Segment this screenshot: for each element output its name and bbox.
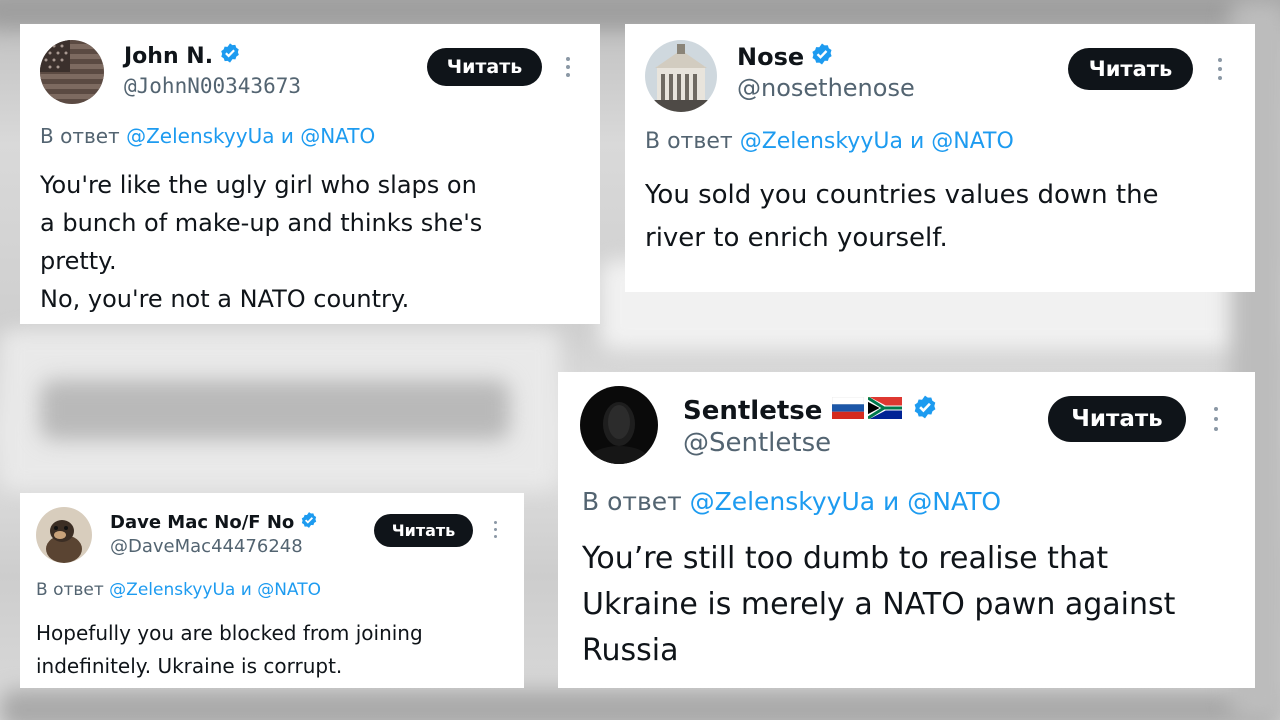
mention-link[interactable]: @NATO bbox=[931, 129, 1014, 154]
more-options-icon[interactable] bbox=[493, 521, 498, 538]
reply-context: В ответ @ZelenskyyUa и @NATO bbox=[582, 487, 1002, 516]
us-flag-avatar[interactable] bbox=[40, 40, 104, 104]
building-avatar[interactable] bbox=[645, 40, 717, 112]
more-options-icon[interactable] bbox=[1217, 58, 1223, 80]
reply-context: В ответ @ZelenskyyUa и @NATO bbox=[36, 580, 321, 600]
username[interactable]: @JohnN00343673 bbox=[124, 74, 301, 98]
tweet-card-sentletse: Sentletse @Sentletse Читать В ответ @Zel… bbox=[558, 372, 1255, 688]
verified-badge-icon bbox=[300, 511, 318, 534]
verified-badge-icon bbox=[912, 394, 938, 427]
username[interactable]: @nosethenose bbox=[737, 74, 915, 102]
mention-link[interactable]: @ZelenskyyUa bbox=[126, 124, 274, 148]
reply-context: В ответ @ZelenskyyUa и @NATO bbox=[40, 124, 376, 148]
tweet-text: You're like the ugly girl who slaps on a… bbox=[40, 171, 483, 313]
mention-link[interactable]: @NATO bbox=[907, 487, 1001, 516]
tweet-card-nose: Nose @nosethenose Читать В ответ @Zelens… bbox=[625, 24, 1255, 292]
tweet-text: You sold you countries values down the r… bbox=[645, 180, 1159, 253]
mention-link[interactable]: @ZelenskyyUa bbox=[109, 580, 235, 600]
tweet-card-dave: Dave Mac No/F No @DaveMac44476248 Читать… bbox=[20, 493, 524, 688]
dark-portrait-avatar[interactable] bbox=[580, 386, 658, 464]
dog-avatar[interactable] bbox=[36, 507, 92, 563]
reply-context: В ответ @ZelenskyyUa и @NATO bbox=[645, 129, 1014, 154]
south-africa-flag-icon bbox=[867, 395, 903, 426]
reply-and: и bbox=[909, 129, 925, 154]
mention-link[interactable]: @ZelenskyyUa bbox=[690, 487, 876, 516]
more-options-icon[interactable] bbox=[1213, 407, 1219, 431]
mention-link[interactable]: @NATO bbox=[300, 124, 375, 148]
reply-and: и bbox=[240, 580, 252, 600]
tweet-text: Hopefully you are blocked from joining i… bbox=[36, 621, 423, 678]
display-name[interactable]: Sentletse bbox=[683, 394, 938, 427]
username[interactable]: @DaveMac44476248 bbox=[110, 536, 303, 557]
display-name[interactable]: Nose bbox=[737, 42, 834, 72]
reply-and: и bbox=[883, 487, 900, 516]
mention-link[interactable]: @NATO bbox=[257, 580, 321, 600]
tweet-text: You’re still too dumb to realise that Uk… bbox=[582, 541, 1176, 668]
follow-button[interactable]: Читать bbox=[1048, 396, 1186, 442]
reply-and: и bbox=[280, 124, 294, 148]
tweet-card-john: John N. @JohnN00343673 Читать В ответ @Z… bbox=[20, 24, 600, 324]
display-name[interactable]: John N. bbox=[124, 42, 241, 70]
mention-link[interactable]: @ZelenskyyUa bbox=[740, 129, 903, 154]
display-name[interactable]: Dave Mac No/F No bbox=[110, 511, 318, 534]
follow-button[interactable]: Читать bbox=[1068, 48, 1193, 90]
russia-flag-icon bbox=[832, 396, 865, 426]
follow-button[interactable]: Читать bbox=[374, 514, 473, 547]
more-options-icon[interactable] bbox=[565, 57, 571, 77]
username[interactable]: @Sentletse bbox=[683, 428, 831, 458]
verified-badge-icon bbox=[219, 42, 241, 70]
verified-badge-icon bbox=[810, 42, 834, 72]
follow-button[interactable]: Читать bbox=[427, 48, 542, 86]
